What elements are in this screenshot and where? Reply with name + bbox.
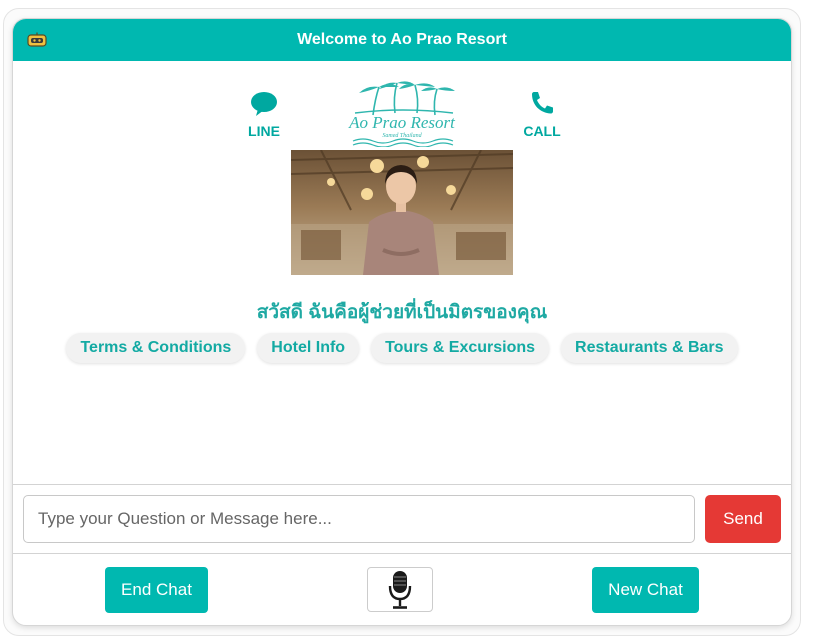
quick-replies: Terms & Conditions Hotel Info Tours & Ex… bbox=[13, 333, 791, 363]
call-label: CALL bbox=[523, 123, 561, 139]
new-chat-button[interactable]: New Chat bbox=[592, 567, 699, 613]
chat-bubble-icon bbox=[251, 92, 277, 116]
end-chat-button[interactable]: End Chat bbox=[105, 567, 208, 613]
quick-reply-tours-excursions[interactable]: Tours & Excursions bbox=[371, 333, 550, 363]
resort-logo: Ao Prao Resort Samed Thailand bbox=[335, 79, 470, 148]
bot-icon bbox=[27, 32, 47, 48]
line-contact-button[interactable]: LINE bbox=[243, 91, 285, 139]
microphone-button[interactable] bbox=[367, 567, 433, 612]
footer-divider bbox=[13, 553, 791, 554]
line-label: LINE bbox=[248, 123, 280, 139]
chat-header: Welcome to Ao Prao Resort bbox=[13, 19, 791, 61]
send-button[interactable]: Send bbox=[705, 495, 781, 543]
input-divider bbox=[13, 484, 791, 485]
chat-widget: Welcome to Ao Prao Resort LINE Ao Prao R… bbox=[12, 18, 792, 626]
quick-reply-hotel-info[interactable]: Hotel Info bbox=[257, 333, 360, 363]
call-contact-button[interactable]: CALL bbox=[519, 91, 565, 139]
logo-name: Ao Prao Resort bbox=[348, 113, 456, 132]
phone-icon bbox=[532, 92, 553, 114]
greeting-text: สวัสดี ฉันคือผู้ช่วยที่เป็นมิตรของคุณ bbox=[256, 302, 548, 323]
receptionist-photo bbox=[291, 150, 513, 275]
message-input[interactable] bbox=[23, 495, 695, 543]
quick-reply-terms-conditions[interactable]: Terms & Conditions bbox=[66, 333, 246, 363]
logo-tagline: Samed Thailand bbox=[382, 133, 422, 139]
quick-reply-restaurants-bars[interactable]: Restaurants & Bars bbox=[561, 333, 738, 363]
microphone-icon bbox=[388, 570, 412, 609]
chat-title: Welcome to Ao Prao Resort bbox=[297, 31, 507, 48]
